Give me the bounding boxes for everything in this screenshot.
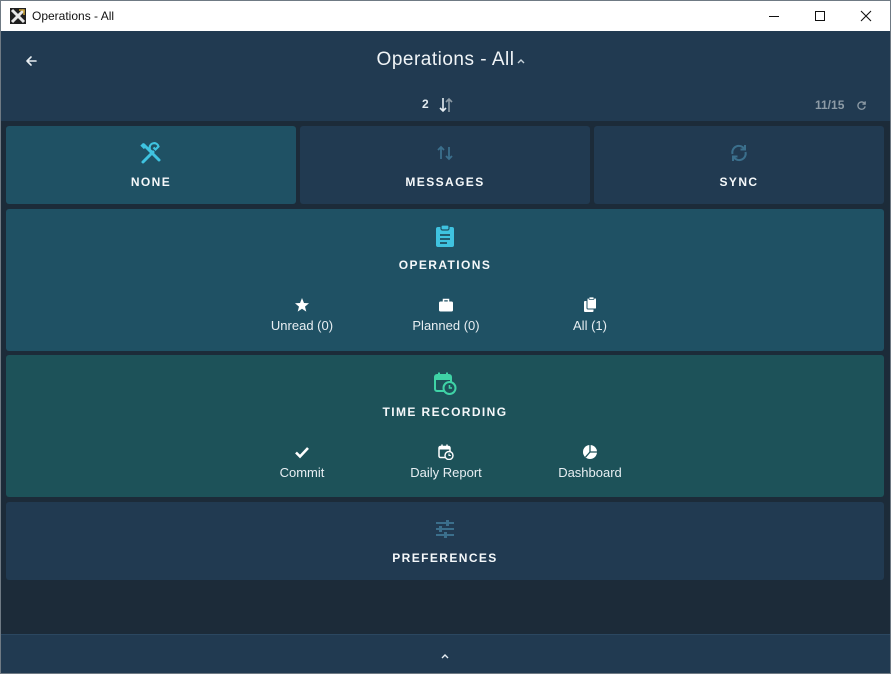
planned-label: Planned (0)	[412, 318, 480, 333]
calendar-clock-icon	[438, 444, 454, 460]
daily-report-link[interactable]: Daily Report	[376, 444, 516, 480]
clipboard-icon	[436, 224, 454, 247]
sort-icon[interactable]	[438, 96, 454, 114]
tile-operations-label: OPERATIONS	[398, 258, 492, 272]
tile-preferences[interactable]: PREFERENCES	[6, 502, 884, 580]
commit-link[interactable]: Commit	[232, 444, 372, 480]
tools-icon	[140, 142, 161, 164]
tile-none[interactable]: NONE	[6, 126, 296, 204]
pie-chart-icon	[583, 445, 597, 459]
unread-label: Unread (0)	[270, 318, 334, 333]
tile-preferences-label: PREFERENCES	[392, 551, 498, 565]
planned-link[interactable]: Planned (0)	[376, 297, 516, 333]
tile-sync-label: SYNC	[719, 175, 759, 189]
calendar-clock-icon	[434, 372, 457, 395]
page-counter: 11/15	[815, 98, 845, 112]
tile-none-label: NONE	[130, 175, 172, 189]
star-icon	[295, 298, 309, 312]
chevron-up-icon[interactable]	[440, 653, 450, 659]
maximize-button[interactable]	[797, 1, 843, 31]
app-window: Operations - All Operations - All 2 11/1…	[0, 0, 891, 674]
sync-icon	[731, 144, 747, 162]
briefcase-icon	[439, 298, 453, 312]
copy-icon	[584, 297, 597, 312]
tile-time-recording[interactable]: TIME RECORDING Commit Daily Report Dashb…	[6, 355, 884, 497]
sliders-icon	[436, 520, 454, 538]
daily-report-label: Daily Report	[410, 465, 482, 480]
item-count: 2	[422, 97, 429, 111]
minimize-button[interactable]	[751, 1, 797, 31]
check-icon	[295, 447, 309, 459]
all-link[interactable]: All (1)	[520, 297, 660, 333]
window-titlebar[interactable]: Operations - All	[1, 1, 890, 31]
tile-messages-label: MESSAGES	[405, 175, 485, 189]
chevron-up-icon[interactable]	[515, 57, 527, 65]
unread-link[interactable]: Unread (0)	[232, 297, 372, 333]
tile-operations[interactable]: OPERATIONS Unread (0) Planned (0) All (1…	[6, 209, 884, 351]
bottom-bar[interactable]	[1, 634, 890, 673]
all-label: All (1)	[573, 318, 607, 333]
tile-time-recording-label: TIME RECORDING	[382, 405, 508, 419]
refresh-icon[interactable]	[856, 100, 867, 111]
dashboard-link[interactable]: Dashboard	[520, 444, 660, 480]
transfer-arrows-icon	[437, 145, 453, 161]
tile-sync[interactable]: SYNC	[594, 126, 884, 204]
page-title[interactable]: Operations - All	[1, 49, 890, 71]
dashboard-label: Dashboard	[558, 465, 622, 480]
commit-label: Commit	[279, 465, 325, 480]
app-header: Operations - All 2 11/15	[1, 31, 890, 121]
close-button[interactable]	[843, 1, 889, 31]
tile-messages[interactable]: MESSAGES	[300, 126, 590, 204]
app-logo-icon	[10, 8, 26, 24]
window-title: Operations - All	[32, 9, 115, 23]
